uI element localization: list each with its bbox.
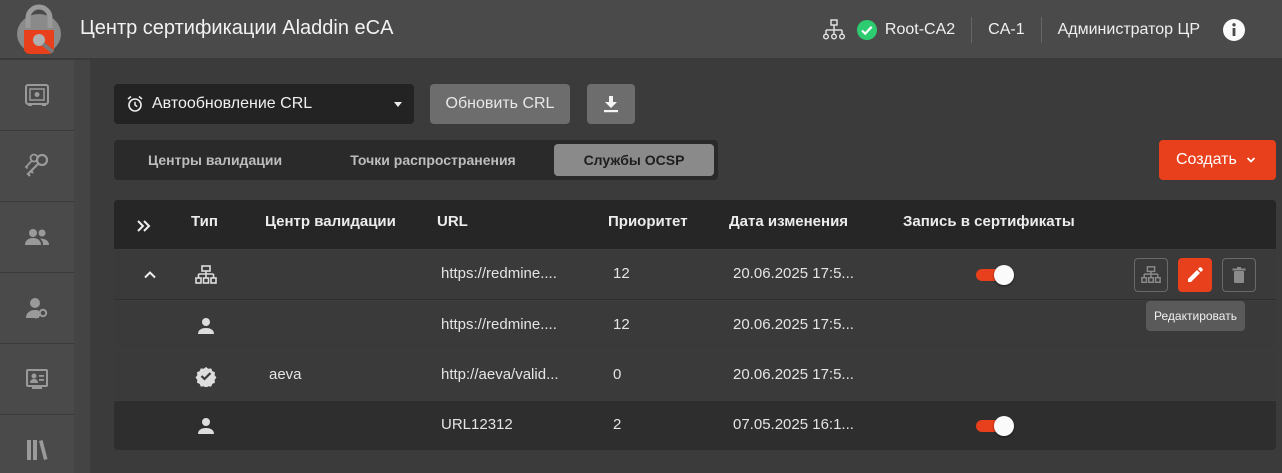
- safe-icon: [25, 84, 49, 106]
- ca-name[interactable]: Root-CA2: [885, 21, 955, 39]
- cell-priority: 12: [613, 265, 630, 282]
- tab-ocsp-services[interactable]: Службы OCSP: [554, 144, 714, 176]
- column-header-date-modified[interactable]: Дата изменения: [729, 200, 848, 243]
- hierarchy-icon[interactable]: [822, 18, 845, 41]
- verified-icon: [195, 366, 217, 387]
- header-divider: [1040, 16, 1042, 43]
- chevron-down-icon: [394, 101, 402, 107]
- cell-priority: 2: [613, 416, 622, 433]
- column-header-priority[interactable]: Приоритет: [608, 200, 688, 243]
- app-title: Центр сертификации Aladdin eCA: [80, 17, 394, 39]
- hierarchy-icon: [195, 265, 217, 284]
- edit-button[interactable]: [1178, 258, 1212, 292]
- keys-icon: [24, 153, 49, 177]
- sidebar-item-certificate-users[interactable]: [0, 344, 74, 415]
- tab-bar: Центры валидации Точки распространения С…: [114, 140, 718, 180]
- table-row[interactable]: aeva http://aeva/valid... 0 20.06.2025 1…: [114, 350, 1276, 400]
- user-key-icon: [26, 298, 48, 319]
- tab-distribution-points[interactable]: Точки распространения: [324, 144, 542, 176]
- auto-update-crl-dropdown[interactable]: Автообновление CRL: [114, 84, 414, 124]
- certificate-user-icon: [26, 369, 48, 389]
- user-role[interactable]: Администратор ЦР: [1058, 21, 1200, 39]
- cell-priority: 12: [613, 316, 630, 333]
- hierarchy-icon: [1141, 266, 1161, 283]
- cell-url: https://redmine....: [441, 316, 557, 333]
- create-button-label: Создать: [1176, 151, 1237, 168]
- cell-validation-center: aeva: [269, 366, 302, 383]
- alarm-clock-icon: [127, 95, 143, 112]
- tab-validation-centers[interactable]: Центры валидации: [118, 144, 312, 176]
- toggle-thumb: [994, 265, 1014, 285]
- cell-url: http://aeva/valid...: [441, 366, 559, 383]
- chevron-down-icon: [1246, 157, 1256, 163]
- trash-icon: [1232, 267, 1246, 283]
- cell-date-modified: 07.05.2025 16:1...: [733, 416, 854, 433]
- cell-date-modified: 20.06.2025 17:5...: [733, 265, 854, 282]
- table-row[interactable]: URL12312 2 07.05.2025 16:1...: [114, 400, 1276, 450]
- sidebar-item-keys[interactable]: [0, 131, 74, 202]
- create-button[interactable]: Создать: [1159, 140, 1276, 180]
- download-icon: [604, 96, 618, 113]
- column-header-write-to-cert[interactable]: Запись в сертификаты: [903, 200, 1075, 243]
- header-divider: [971, 16, 973, 43]
- sidebar-item-library[interactable]: [0, 415, 74, 473]
- write-to-cert-toggle[interactable]: [976, 265, 1014, 285]
- sidebar-item-user-keys[interactable]: [0, 273, 74, 344]
- column-header-type[interactable]: Тип: [191, 200, 218, 243]
- column-header-validation-center[interactable]: Центр валидации: [265, 200, 396, 243]
- app-header: Центр сертификации Aladdin eCA Root-CA2 …: [0, 0, 1282, 59]
- cell-date-modified: 20.06.2025 17:5...: [733, 316, 854, 333]
- cell-priority: 0: [613, 366, 622, 383]
- expand-all-icon[interactable]: [134, 216, 154, 236]
- delete-button[interactable]: [1222, 258, 1256, 292]
- library-icon: [27, 440, 48, 460]
- hierarchy-action-button[interactable]: [1134, 258, 1168, 292]
- column-header-url[interactable]: URL: [437, 200, 468, 243]
- refresh-crl-button[interactable]: Обновить CRL: [430, 84, 570, 124]
- table-header: Тип Центр валидации URL Приоритет Дата и…: [114, 200, 1276, 249]
- person-icon: [198, 418, 214, 434]
- sidebar-gutter: [74, 60, 90, 473]
- auto-update-crl-label: Автообновление CRL: [152, 95, 313, 112]
- sidebar-item-safe[interactable]: [0, 60, 74, 131]
- toggle-thumb: [994, 416, 1014, 436]
- info-icon[interactable]: [1222, 18, 1246, 42]
- sidebar: [0, 60, 74, 473]
- users-icon: [25, 229, 49, 245]
- download-button[interactable]: [587, 84, 635, 124]
- cell-url: https://redmine....: [441, 265, 557, 282]
- sidebar-item-users[interactable]: [0, 202, 74, 273]
- ca-node[interactable]: CA-1: [988, 21, 1024, 39]
- cell-date-modified: 20.06.2025 17:5...: [733, 366, 854, 383]
- edit-tooltip: Редактировать: [1146, 301, 1245, 331]
- pencil-icon: [1188, 267, 1203, 282]
- table-row[interactable]: https://redmine.... 12 20.06.2025 17:5..…: [114, 300, 1276, 350]
- collapse-row-icon[interactable]: [142, 267, 158, 283]
- cell-url: URL12312: [441, 416, 513, 433]
- write-to-cert-toggle[interactable]: [976, 416, 1014, 436]
- person-icon: [198, 318, 214, 334]
- status-ok-icon: [856, 19, 877, 40]
- ocsp-table: Тип Центр валидации URL Приоритет Дата и…: [114, 200, 1276, 450]
- logo-icon[interactable]: [14, 4, 64, 56]
- table-row[interactable]: https://redmine.... 12 20.06.2025 17:5..…: [114, 249, 1276, 299]
